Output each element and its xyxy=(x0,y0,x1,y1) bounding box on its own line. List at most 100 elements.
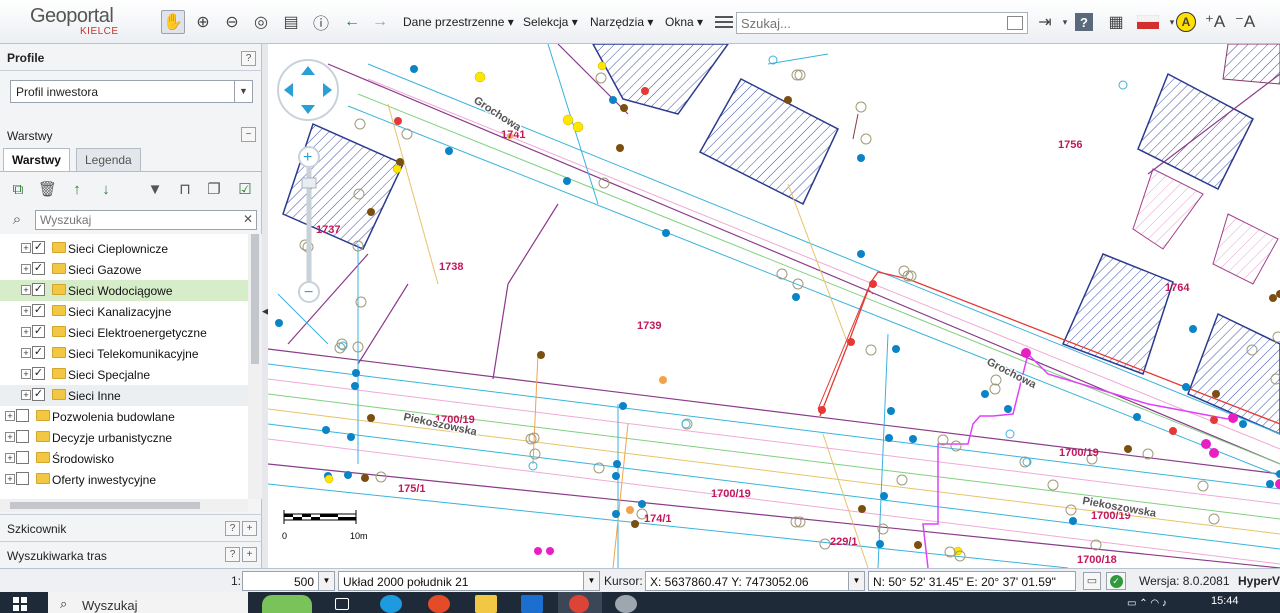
menu-selekcja[interactable]: Selekcja ▾ xyxy=(523,15,578,29)
layer-checkbox[interactable]: ✓ xyxy=(32,346,45,359)
expand-icon[interactable]: + xyxy=(5,411,15,421)
expand-icon[interactable]: + xyxy=(5,432,15,442)
layer-tree-item[interactable]: + ✓ Sieci Wodociągowe xyxy=(0,280,248,301)
expand-icon[interactable]: + xyxy=(21,264,31,274)
hamburger-icon[interactable] xyxy=(715,13,733,31)
add-layer-icon[interactable]: ⧉ xyxy=(9,181,27,199)
layer-tree-item[interactable]: + Pozwolenia budowlane xyxy=(0,406,248,427)
layer-tree-item[interactable]: + ✓ Sieci Telekomunikacyjne xyxy=(0,343,248,364)
font-decrease-icon[interactable]: ⁻A xyxy=(1233,10,1257,34)
app-icon[interactable] xyxy=(615,595,637,613)
tab-legenda[interactable]: Legenda xyxy=(76,148,141,171)
expand-icon[interactable]: + xyxy=(21,285,31,295)
tab-warstwy[interactable]: Warstwy xyxy=(3,148,70,172)
chevron-down-icon[interactable]: ▼ xyxy=(583,572,599,590)
collapse-icon[interactable]: − xyxy=(241,127,256,142)
expand-icon[interactable]: + xyxy=(21,369,31,379)
expand-icon[interactable]: + xyxy=(21,327,31,337)
status-ok-icon[interactable]: ✓ xyxy=(1106,572,1126,590)
accessibility-contrast-icon[interactable]: A xyxy=(1176,12,1196,32)
zoom-handle[interactable] xyxy=(301,177,317,189)
font-increase-icon[interactable]: ⁺A xyxy=(1203,10,1227,34)
clear-icon[interactable]: ✕ xyxy=(243,212,253,226)
layer-checkbox[interactable]: ✓ xyxy=(32,304,45,317)
layer-checkbox[interactable]: ✓ xyxy=(32,367,45,380)
layer-checkbox[interactable]: ✓ xyxy=(32,283,45,296)
cursor-xy-field[interactable]: X: 5637860.47 Y: 7473052.06 ▼ xyxy=(645,571,865,591)
crs-select[interactable]: Układ 2000 południk 21 ▼ xyxy=(338,571,600,591)
task-view-icon[interactable] xyxy=(335,598,349,610)
profile-select[interactable]: Profil inwestora ▼ xyxy=(10,80,253,103)
layer-checkbox[interactable] xyxy=(16,451,29,464)
layer-tree-item[interactable]: + ✓ Sieci Kanalizacyjne xyxy=(0,301,248,322)
outlook-icon[interactable] xyxy=(521,595,543,613)
search-input[interactable] xyxy=(737,13,999,33)
help-icon[interactable]: ? xyxy=(1075,13,1093,31)
expand-icon[interactable]: + xyxy=(21,306,31,316)
comment-icon[interactable]: ▭ xyxy=(1083,572,1101,590)
chevron-down-icon[interactable]: ▼ xyxy=(234,81,252,102)
file-explorer-icon[interactable] xyxy=(475,595,497,613)
layer-tree-item[interactable]: + ✓ Sieci Gazowe xyxy=(0,259,248,280)
menu-narzedzia[interactable]: Narzędzia ▾ xyxy=(590,15,653,29)
taskbar-search[interactable]: ⌕ Wyszukaj xyxy=(48,592,248,613)
menu-dane-przestrzenne[interactable]: Dane przestrzenne ▾ xyxy=(403,15,514,29)
chevron-down-icon[interactable]: ▼ xyxy=(848,572,864,590)
sketch-section-header[interactable]: Szkicownik xyxy=(0,517,262,541)
forward-arrow-icon[interactable]: → xyxy=(368,10,392,34)
layer-tree-item[interactable]: + ✓ Sieci Specjalne xyxy=(0,364,248,385)
expand-icon[interactable]: + xyxy=(21,243,31,253)
zoom-in-icon[interactable]: ⊕ xyxy=(191,10,215,34)
layer-tree-item[interactable]: + Oferty inwestycyjne xyxy=(0,469,248,490)
layer-tree-item[interactable]: + Środowisko xyxy=(0,448,248,469)
trash-icon[interactable]: 🗑 xyxy=(38,181,57,199)
map-canvas[interactable]: 1741 1756 1737 1738 1739 1764 1700/19 17… xyxy=(268,44,1280,568)
chevron-down-icon[interactable]: ▼ xyxy=(318,572,334,590)
print-icon[interactable]: ▤ xyxy=(279,10,303,34)
pan-hand-icon[interactable]: ✋ xyxy=(161,10,185,34)
layer-checkbox[interactable] xyxy=(16,430,29,443)
layer-tree-item[interactable]: + ✓ Sieci Elektroenergetyczne xyxy=(0,322,248,343)
layer-checkbox[interactable]: ✓ xyxy=(32,262,45,275)
layer-checkbox[interactable]: ✓ xyxy=(32,388,45,401)
expand-icon[interactable]: + xyxy=(5,474,15,484)
clock[interactable]: 15:44 xyxy=(1211,595,1239,607)
chevron-down-icon[interactable]: ▾ xyxy=(1053,10,1077,34)
check-all-icon[interactable]: ☑ xyxy=(236,181,254,199)
layer-tree-item[interactable]: + Decyzje urbanistyczne xyxy=(0,427,248,448)
filter-icon[interactable]: ▼ xyxy=(146,181,164,199)
profile-help-icon[interactable]: ? xyxy=(241,51,256,66)
layer-tree-item[interactable]: + ✓ Sieci Inne xyxy=(0,385,248,406)
expand-icon[interactable]: + xyxy=(242,521,257,536)
move-down-icon[interactable]: ↓ xyxy=(97,181,115,199)
language-flag-icon[interactable] xyxy=(1135,10,1161,34)
layer-checkbox[interactable] xyxy=(16,409,29,422)
copy-icon[interactable]: ❐ xyxy=(205,181,223,199)
expand-icon[interactable]: + xyxy=(242,547,257,562)
layer-checkbox[interactable]: ✓ xyxy=(32,241,45,254)
search-go-icon[interactable] xyxy=(1007,16,1023,30)
layer-checkbox[interactable]: ✓ xyxy=(32,325,45,338)
expand-icon[interactable]: + xyxy=(21,390,31,400)
routes-section-header[interactable]: Wyszukiwarka tras xyxy=(0,544,262,568)
back-arrow-icon[interactable]: ← xyxy=(340,10,364,34)
layer-tree-hscrollbar[interactable] xyxy=(0,499,248,512)
weather-widget-icon[interactable] xyxy=(262,595,312,613)
expand-icon[interactable]: + xyxy=(5,453,15,463)
tray-icons[interactable]: ▭ ⌃ ◠ ♪ xyxy=(1127,598,1167,609)
layer-tree-item[interactable]: + ✓ Sieci Cieplownicze xyxy=(0,238,248,259)
windows-start-icon[interactable] xyxy=(13,597,27,611)
move-up-icon[interactable]: ↑ xyxy=(68,181,86,199)
layer-checkbox[interactable] xyxy=(16,472,29,485)
scale-select[interactable]: 500 ▼ xyxy=(242,571,335,591)
expand-icon[interactable]: + xyxy=(21,348,31,358)
edge-icon[interactable] xyxy=(380,595,402,613)
info-icon[interactable]: ⓘ xyxy=(309,10,333,34)
unlock-icon[interactable]: ⊓ xyxy=(176,181,194,199)
layer-tree-scrollbar[interactable] xyxy=(248,234,262,499)
zoom-out-icon[interactable]: ⊖ xyxy=(220,10,244,34)
zoom-extent-icon[interactable]: ◎ xyxy=(249,10,273,34)
pan-control[interactable] xyxy=(277,59,339,121)
document-icon[interactable]: ▦ xyxy=(1104,10,1128,34)
help-icon[interactable]: ? xyxy=(225,547,240,562)
